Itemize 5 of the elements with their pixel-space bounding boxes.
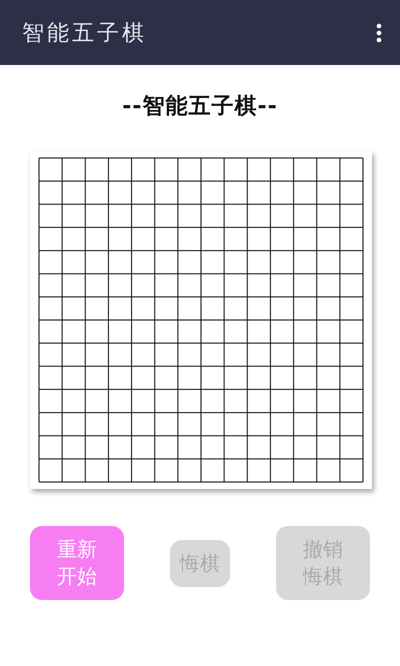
app-title: 智能五子棋 <box>22 20 147 48</box>
game-button[interactable]: 重新开始 <box>30 526 124 600</box>
page-heading: --智能五子棋-- <box>122 93 278 121</box>
more-icon[interactable] <box>376 22 382 42</box>
board-grid[interactable] <box>30 151 372 489</box>
